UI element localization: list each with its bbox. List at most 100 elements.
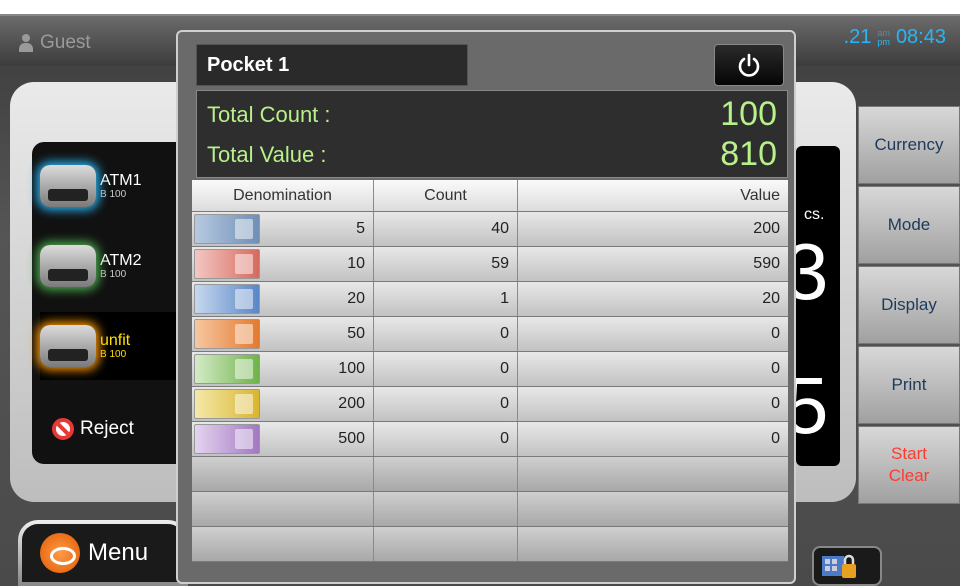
total-value-row: Total Value : 810 bbox=[207, 135, 777, 174]
empty-cell bbox=[192, 527, 374, 561]
pcs-label: cs. bbox=[804, 206, 825, 223]
menu-button-face: Menu bbox=[22, 524, 184, 582]
pocket-batch: B 100 bbox=[100, 268, 127, 280]
empty-table-row bbox=[192, 527, 788, 562]
print-button[interactable]: Print bbox=[858, 346, 960, 424]
empty-cell bbox=[374, 457, 518, 491]
empty-cell bbox=[374, 527, 518, 561]
euro-20-banknote-icon bbox=[194, 284, 260, 314]
column-header-denomination[interactable]: Denomination bbox=[192, 180, 374, 211]
menu-label: Menu bbox=[88, 539, 149, 566]
empty-cell bbox=[518, 527, 788, 561]
start-label: Start bbox=[891, 444, 927, 463]
pocket-item-atm2[interactable]: ATM2 B 100 bbox=[40, 232, 190, 300]
pocket-name: unfit bbox=[100, 331, 131, 349]
count-cell: 0 bbox=[374, 317, 518, 351]
count-cell: 1 bbox=[374, 282, 518, 316]
table-row[interactable]: 5 40 200 bbox=[192, 212, 788, 247]
count-cell: 40 bbox=[374, 212, 518, 246]
pocket-item-atm1[interactable]: ATM1 B 100 bbox=[40, 152, 190, 220]
euro-500-banknote-icon bbox=[194, 424, 260, 454]
value-cell: 0 bbox=[771, 395, 780, 412]
count-cell: 0 bbox=[374, 387, 518, 421]
power-icon bbox=[738, 53, 760, 77]
power-button[interactable] bbox=[714, 44, 784, 86]
dialog-title: Pocket 1 bbox=[196, 44, 468, 86]
euro-10-banknote-icon bbox=[194, 249, 260, 279]
totals-panel: Total Count : 100 Total Value : 810 bbox=[196, 90, 788, 178]
empty-cell bbox=[374, 492, 518, 526]
clock: .21 am pm 08:43 bbox=[844, 26, 946, 49]
reject-label: Reject bbox=[80, 418, 134, 439]
start-clear-button[interactable]: Start Clear bbox=[858, 426, 960, 504]
table-row[interactable]: 50 0 0 bbox=[192, 317, 788, 352]
count-cell: 59 bbox=[374, 247, 518, 281]
table-row[interactable]: 500 0 0 bbox=[192, 422, 788, 457]
denomination-table: Denomination Count Value 5 40 200 10 59 … bbox=[192, 180, 788, 562]
banknote-counter-icon bbox=[40, 245, 96, 287]
total-count-row: Total Count : 100 bbox=[207, 95, 777, 134]
denomination-cell: 100 bbox=[192, 352, 374, 386]
user-indicator[interactable]: Guest bbox=[18, 32, 91, 54]
side-button-bar: Currency Mode Display Print Start Clear bbox=[858, 106, 960, 506]
denomination-value: 100 bbox=[338, 360, 365, 377]
table-row[interactable]: 100 0 0 bbox=[192, 352, 788, 387]
denomination-cell: 20 bbox=[192, 282, 374, 316]
pocket-text: ATM1 B 100 bbox=[100, 171, 142, 200]
column-header-value[interactable]: Value bbox=[518, 180, 788, 211]
pm-label: pm bbox=[877, 36, 890, 47]
euro-5-banknote-icon bbox=[194, 214, 260, 244]
value-cell: 0 bbox=[771, 430, 780, 447]
value-cell: 590 bbox=[753, 255, 780, 272]
total-value-label: Total Value : bbox=[207, 141, 327, 167]
pocket-detail-dialog: Pocket 1 Total Count : 100 Total Value :… bbox=[176, 30, 796, 584]
pocket-item-reject[interactable]: Reject bbox=[52, 418, 134, 440]
start-clear-label: Start Clear bbox=[889, 443, 930, 487]
keypad-lock-icon bbox=[822, 554, 856, 578]
display-button[interactable]: Display bbox=[858, 266, 960, 344]
empty-table-row bbox=[192, 457, 788, 492]
total-count-label: Total Count : bbox=[207, 101, 331, 127]
value-cell: 0 bbox=[771, 360, 780, 377]
value-cell: 0 bbox=[771, 325, 780, 342]
denomination-cell: 5 bbox=[192, 212, 374, 246]
pocket-name: ATM1 bbox=[100, 171, 142, 189]
table-row[interactable]: 10 59 590 bbox=[192, 247, 788, 282]
table-header: Denomination Count Value bbox=[192, 180, 788, 212]
clear-label: Clear bbox=[888, 466, 930, 485]
denomination-value: 20 bbox=[347, 290, 365, 307]
menu-button[interactable]: Menu bbox=[18, 520, 188, 586]
pocket-batch: B 100 bbox=[100, 348, 127, 360]
count-cell: 0 bbox=[374, 352, 518, 386]
column-header-count[interactable]: Count bbox=[374, 180, 518, 211]
empty-cell bbox=[518, 492, 788, 526]
banknote-counter-icon bbox=[40, 165, 96, 207]
denomination-value: 500 bbox=[338, 430, 365, 447]
table-row[interactable]: 200 0 0 bbox=[192, 387, 788, 422]
no-entry-icon bbox=[52, 418, 74, 440]
pocket-item-unfit[interactable]: unfit B 100 bbox=[40, 312, 190, 380]
pocket-batch: B 100 bbox=[100, 188, 127, 200]
mode-button[interactable]: Mode bbox=[858, 186, 960, 264]
denomination-value: 50 bbox=[347, 325, 365, 342]
time-display: 08:43 bbox=[895, 26, 946, 48]
lock-button[interactable] bbox=[812, 546, 882, 586]
empty-cell bbox=[192, 457, 374, 491]
user-name: Guest bbox=[40, 32, 91, 53]
count-cell: 0 bbox=[374, 422, 518, 456]
total-count-value: 100 bbox=[720, 95, 777, 133]
euro-50-banknote-icon bbox=[194, 319, 260, 349]
euro-200-banknote-icon bbox=[194, 389, 260, 419]
denomination-cell: 500 bbox=[192, 422, 374, 456]
currency-button[interactable]: Currency bbox=[858, 106, 960, 184]
user-icon bbox=[18, 34, 34, 52]
date-fragment: .21 bbox=[843, 26, 872, 48]
denomination-value: 5 bbox=[356, 220, 365, 237]
denomination-value: 10 bbox=[347, 255, 365, 272]
ampm-indicator: am pm bbox=[877, 28, 890, 47]
table-row[interactable]: 20 1 20 bbox=[192, 282, 788, 317]
euro-100-banknote-icon bbox=[194, 354, 260, 384]
empty-cell bbox=[518, 457, 788, 491]
pocket-text: ATM2 B 100 bbox=[100, 252, 141, 280]
pocket-text: unfit B 100 bbox=[100, 331, 131, 360]
